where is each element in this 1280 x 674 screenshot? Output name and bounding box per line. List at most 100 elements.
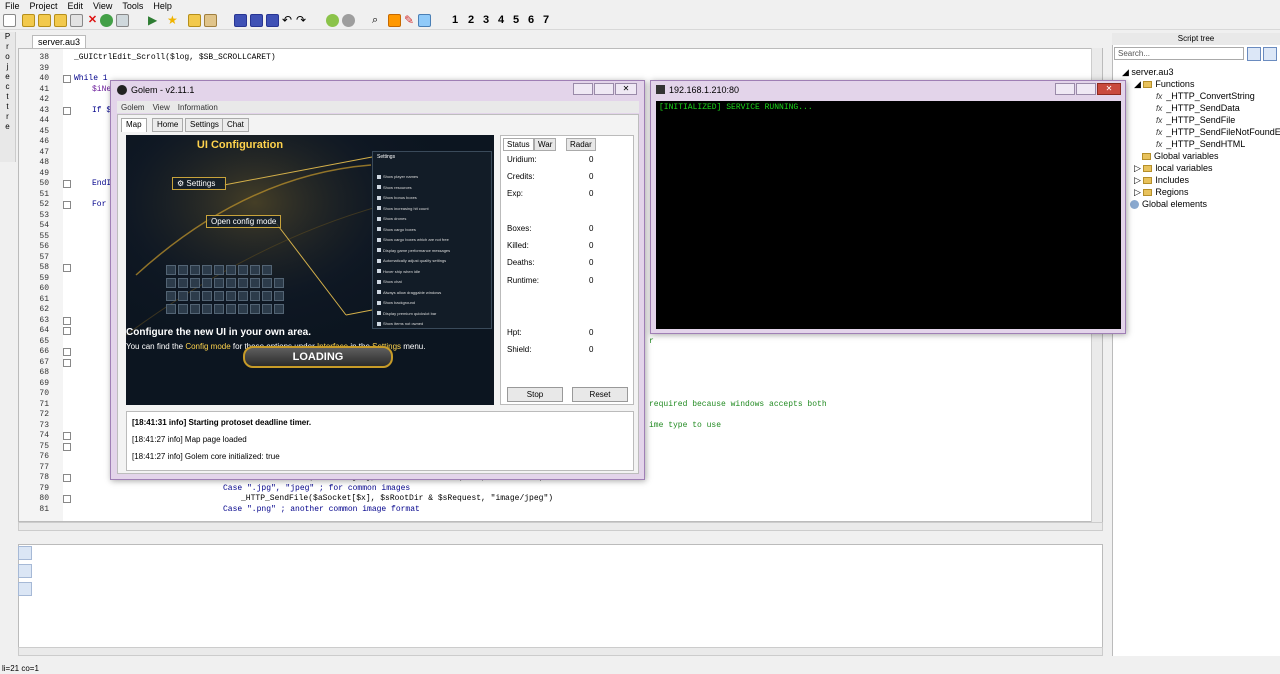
fold-toggle[interactable] [63, 432, 71, 440]
menu-edit[interactable]: Edit [63, 1, 89, 12]
close-button[interactable]: ✕ [615, 83, 637, 95]
log-panel[interactable]: [18:41:31 info] Starting protoset deadli… [126, 411, 634, 471]
refresh-icon[interactable] [100, 14, 113, 27]
script-tree-search-input[interactable]: Search... [1114, 47, 1244, 60]
terminal-titlebar[interactable]: 192.168.1.210:80 ✕ [651, 81, 1125, 99]
menu-view[interactable]: View [149, 102, 174, 114]
golem-titlebar[interactable]: Golem - v2.11.1 ✕ [111, 81, 644, 99]
terminal-output[interactable]: [INITIALIZED] SERVICE RUNNING... [656, 101, 1121, 329]
package-icon[interactable] [188, 14, 201, 27]
tab-server-au3[interactable]: server.au3 [32, 35, 87, 48]
save-all-icon[interactable] [250, 14, 263, 27]
menu-tools[interactable]: Tools [117, 1, 148, 12]
open-project-icon[interactable] [38, 14, 51, 27]
redo-icon[interactable]: ↷ [296, 14, 309, 27]
redo-output-icon[interactable] [18, 564, 32, 578]
tree-folder-item[interactable]: ▷ Regions [1134, 187, 1188, 198]
tree-function-item[interactable]: fx _HTTP_ConvertString [1156, 91, 1255, 101]
project-tree-tab[interactable]: P r o j e c t t r e [0, 32, 16, 162]
bookmark-7[interactable]: 7 [543, 14, 549, 26]
tree-functions-folder[interactable]: ◢ Functions [1134, 79, 1194, 90]
terminal-text: [INITIALIZED] SERVICE RUNNING... [659, 103, 813, 112]
tree-function-item[interactable]: fx _HTTP_SendData [1156, 103, 1240, 113]
menu-golem[interactable]: Golem [117, 102, 149, 114]
replace-icon[interactable] [388, 14, 401, 27]
tab-status[interactable]: Status [503, 138, 534, 151]
fold-toggle[interactable] [63, 201, 71, 209]
maximize-button[interactable] [1076, 83, 1096, 95]
tree-function-item[interactable]: fx _HTTP_SendFileNotFoundE [1156, 127, 1280, 137]
tree-folder-item[interactable]: Global variables [1142, 151, 1219, 161]
golem-window[interactable]: Golem - v2.11.1 ✕ Golem View Information M… [110, 80, 645, 480]
close-icon[interactable]: ✕ [86, 14, 99, 27]
fold-toggle[interactable] [63, 358, 71, 367]
bookmark-5[interactable]: 5 [513, 14, 519, 26]
copy-output-icon[interactable] [18, 582, 32, 596]
stop-icon[interactable] [342, 14, 355, 27]
settings-icon[interactable] [116, 14, 129, 27]
fold-toggle[interactable] [63, 348, 71, 356]
tab-settings[interactable]: Settings [185, 118, 224, 132]
save-icon[interactable] [234, 14, 247, 27]
tree-function-item[interactable]: fx _HTTP_SendFile [1156, 115, 1235, 125]
tree-root[interactable]: ◢ server.au3 [1122, 67, 1173, 78]
fold-toggle[interactable] [63, 106, 71, 115]
tree-function-item[interactable]: fx _HTTP_SendHTML [1156, 139, 1245, 149]
new-file-icon[interactable] [3, 14, 16, 27]
fold-toggle[interactable] [63, 495, 71, 503]
star-icon[interactable]: ★ [167, 14, 180, 27]
output-pane[interactable] [18, 544, 1103, 648]
undo-output-icon[interactable] [18, 546, 32, 560]
maximize-button[interactable] [594, 83, 614, 95]
undo-icon[interactable]: ↶ [282, 14, 295, 27]
minimize-button[interactable] [1055, 83, 1075, 95]
bookmark-1[interactable]: 1 [452, 14, 458, 26]
menu-project[interactable]: Project [25, 1, 63, 12]
editor-horizontal-scrollbar[interactable] [18, 522, 1103, 531]
stop-button[interactable]: Stop [507, 387, 563, 402]
fold-toggle[interactable] [63, 474, 71, 482]
reset-button[interactable]: Reset [572, 387, 628, 402]
terminal-window[interactable]: 192.168.1.210:80 ✕ [INITIALIZED] SERVICE… [650, 80, 1126, 334]
line-number: 81 [39, 504, 49, 514]
tab-radar[interactable]: Radar [566, 138, 596, 151]
menu-information[interactable]: Information [174, 102, 222, 114]
open-folder-icon[interactable] [22, 14, 35, 27]
window-icon[interactable] [418, 14, 431, 27]
fold-toggle[interactable] [63, 316, 71, 325]
output-horizontal-scrollbar[interactable] [18, 647, 1103, 656]
run-icon[interactable]: ▶ [148, 14, 161, 27]
close-button[interactable]: ✕ [1097, 83, 1121, 95]
loading-bar: LOADING [243, 346, 393, 368]
clipboard-icon[interactable] [70, 14, 83, 27]
menu-file[interactable]: File [0, 1, 25, 12]
game-view[interactable]: UI Configuration ⚙ Settings Open config … [126, 135, 494, 405]
tree-folder-item[interactable]: ▷ Includes [1134, 175, 1189, 186]
refresh-tree-icon[interactable] [1247, 47, 1261, 61]
tab-chat[interactable]: Chat [222, 118, 249, 132]
fold-toggle[interactable] [63, 264, 71, 272]
tab-map[interactable]: Map [121, 118, 147, 132]
tree-global-elements[interactable]: Global elements [1130, 199, 1207, 210]
tree-folder-item[interactable]: ▷ local variables [1134, 163, 1212, 174]
fold-toggle[interactable] [63, 327, 71, 335]
build-icon[interactable] [204, 14, 217, 27]
fold-toggle[interactable] [63, 180, 71, 188]
minimize-button[interactable] [573, 83, 593, 95]
bookmark-6[interactable]: 6 [528, 14, 534, 26]
bookmark-3[interactable]: 3 [483, 14, 489, 26]
go-icon[interactable] [326, 14, 339, 27]
pencil-icon[interactable]: ✎ [404, 14, 417, 27]
fold-toggle[interactable] [63, 75, 71, 83]
menu-view[interactable]: View [88, 1, 117, 12]
menu-help[interactable]: Help [148, 1, 177, 12]
tab-home[interactable]: Home [152, 118, 184, 132]
tree-options-icon[interactable] [1263, 47, 1277, 61]
bookmark-2[interactable]: 2 [468, 14, 474, 26]
save-close-icon[interactable] [266, 14, 279, 27]
open-recent-icon[interactable] [54, 14, 67, 27]
tab-war[interactable]: War [534, 138, 557, 151]
bookmark-4[interactable]: 4 [498, 14, 504, 26]
search-icon[interactable]: ⌕ [372, 14, 385, 27]
fold-toggle[interactable] [63, 442, 71, 451]
